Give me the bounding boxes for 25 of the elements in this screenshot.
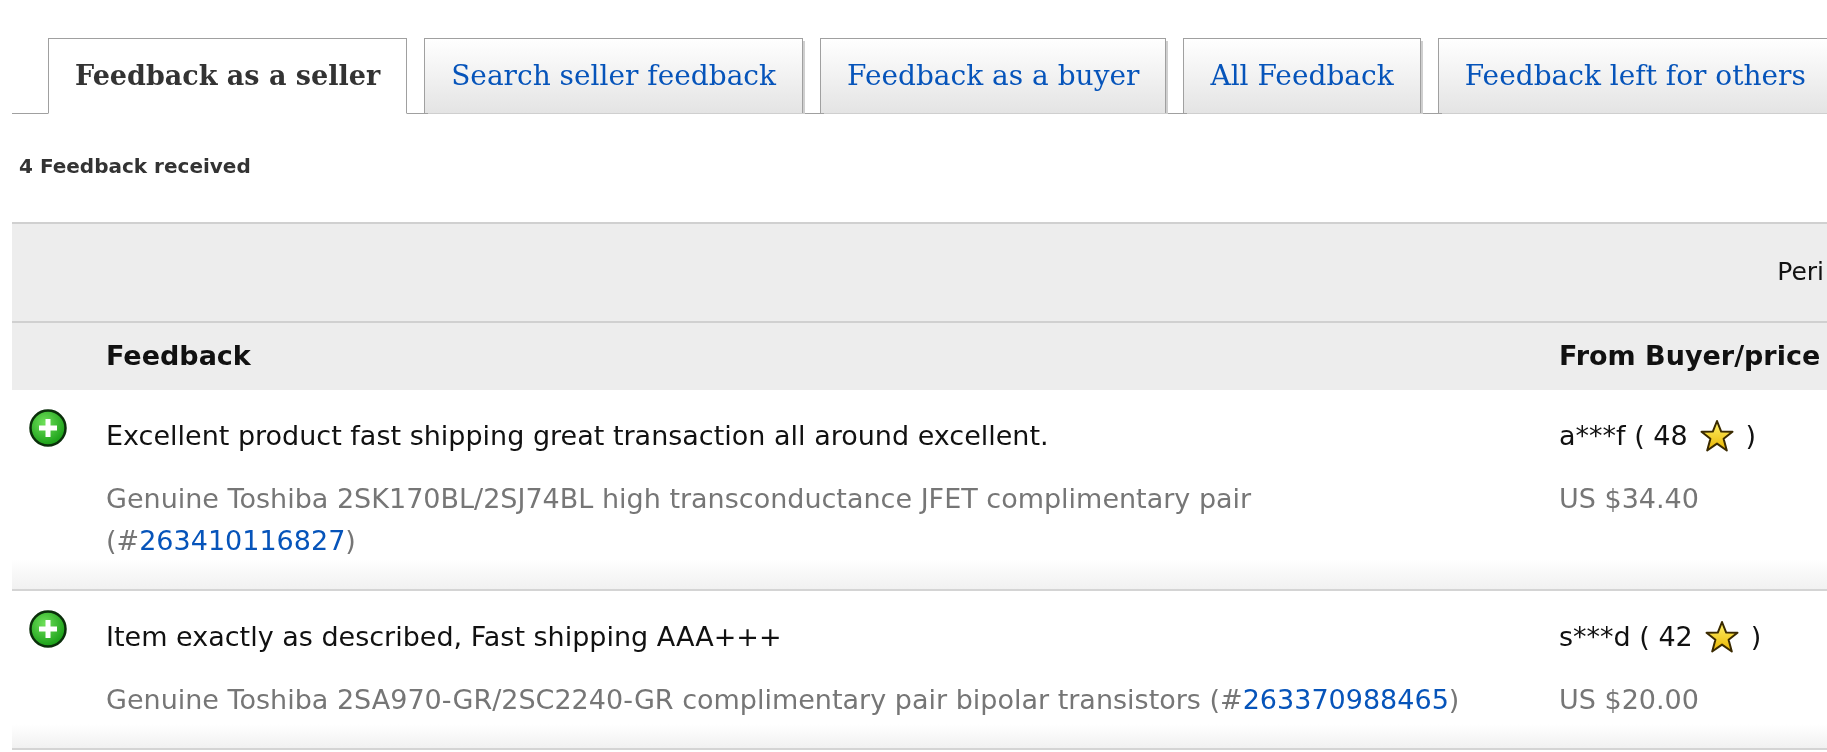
tab[interactable]: Feedback as a seller xyxy=(48,38,408,114)
column-header: From Buyer/price xyxy=(1559,340,1821,372)
item-price: US $20.00 xyxy=(1559,683,1700,717)
star-icon xyxy=(1699,419,1734,453)
tab[interactable]: All Feedback xyxy=(1183,38,1421,113)
item-price: US $34.40 xyxy=(1559,482,1700,516)
feedback-comment: Excellent product fast shipping great transaction all around excellent. xyxy=(106,419,1050,453)
tab[interactable]: Feedback left for others xyxy=(1437,38,1827,113)
item-title: Genuine Toshiba 2SA970-GR/2SC2240-GR complimentary pair bipolar transistors (#263370988465) xyxy=(106,683,1461,717)
star-icon xyxy=(1704,620,1739,654)
plus-icon xyxy=(29,409,67,447)
feedback-comment: Item exactly as described, Fast shipping AAA+++ xyxy=(106,620,783,654)
column-header: Feedback xyxy=(106,340,251,372)
buyer-name: a***f ( 48 xyxy=(1559,418,1688,453)
buyer-name: s***d ( 42 xyxy=(1559,619,1693,654)
tab[interactable]: Search seller feedback xyxy=(424,38,803,113)
closing-parenthesis: ) xyxy=(1745,418,1757,453)
item-title: Genuine Toshiba 2SK170BL/2SJ74BL high transconductance JFET complimentary pair (#263410116827) xyxy=(106,482,1253,558)
tab[interactable]: Feedback as a buyer xyxy=(820,38,1167,113)
feedback-count: 4 Feedback received xyxy=(19,154,251,178)
filter-label: Peri xyxy=(1777,255,1824,288)
closing-parenthesis: ) xyxy=(1750,619,1762,654)
item-number-link[interactable]: 263410116827 xyxy=(139,525,346,556)
plus-icon xyxy=(29,610,67,648)
item-number-link[interactable]: 263370988465 xyxy=(1242,684,1449,715)
